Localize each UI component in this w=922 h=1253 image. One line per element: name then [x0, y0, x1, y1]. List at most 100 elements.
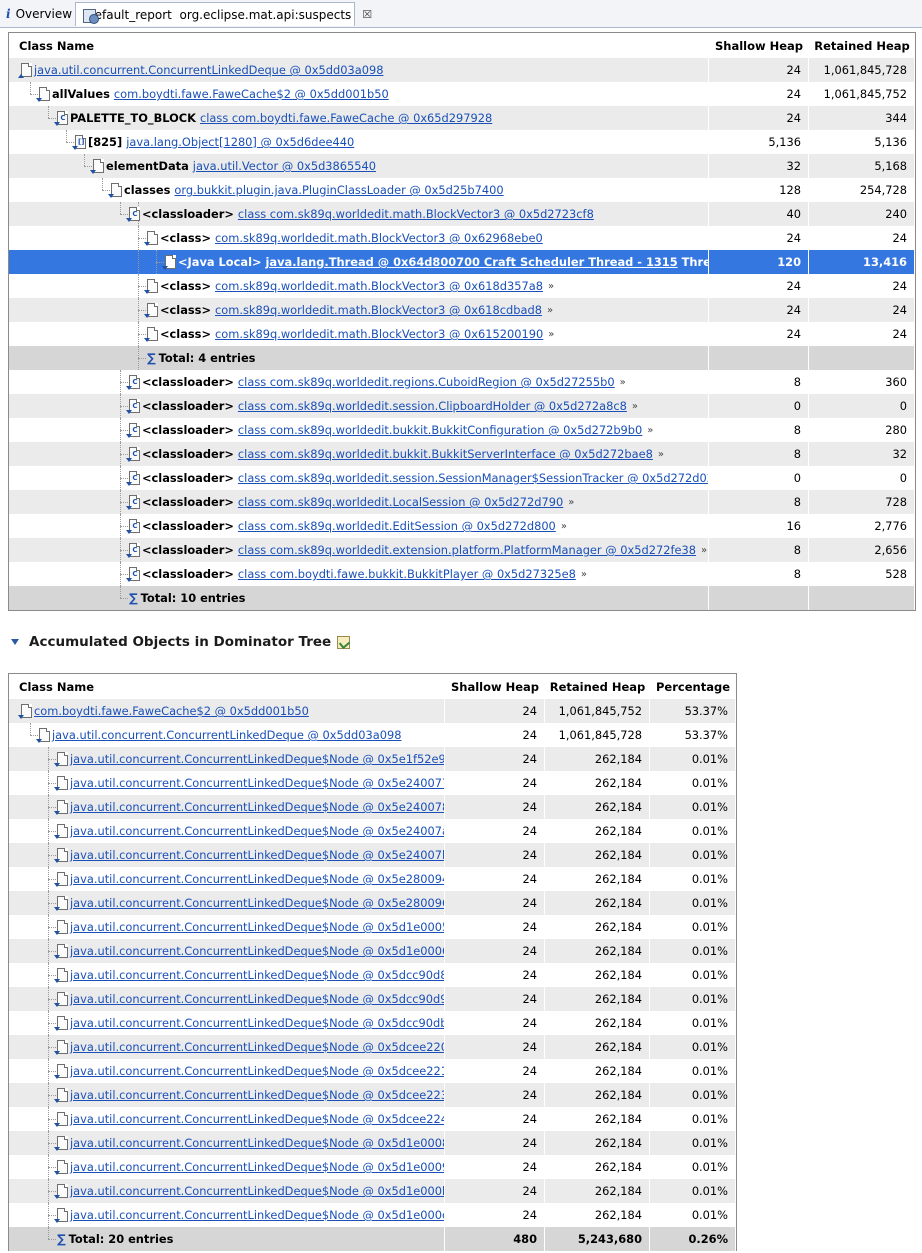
class-name-cell[interactable]: <class> com.sk89q.worldedit.math.BlockVec…: [9, 298, 709, 322]
class-name-cell[interactable]: java.util.concurrent.ConcurrentLinkedDeq…: [9, 1107, 445, 1131]
object-link[interactable]: class com.sk89q.worldedit.extension.plat…: [238, 543, 696, 557]
table-row[interactable]: java.util.concurrent.ConcurrentLinkedDeq…: [9, 1155, 736, 1179]
object-link[interactable]: java.util.concurrent.ConcurrentLinkedDeq…: [52, 728, 401, 742]
object-link[interactable]: java.util.concurrent.ConcurrentLinkedDeq…: [70, 776, 444, 790]
class-name-cell[interactable]: java.util.concurrent.ConcurrentLinkedDeq…: [9, 819, 445, 843]
class-name-cell[interactable]: C <classloader> class com.sk89q.worldedit.…: [9, 202, 709, 226]
table-row[interactable]: java.util.concurrent.ConcurrentLinkedDeq…: [9, 1131, 736, 1155]
object-link[interactable]: java.util.concurrent.ConcurrentLinkedDeq…: [70, 1040, 444, 1054]
object-link[interactable]: class com.sk89q.worldedit.EditSession @ …: [238, 519, 556, 533]
object-link[interactable]: java.util.concurrent.ConcurrentLinkedDeq…: [70, 1136, 444, 1150]
object-link[interactable]: java.util.concurrent.ConcurrentLinkedDeq…: [70, 848, 444, 862]
table-row[interactable]: C <classloader> class com.sk89q.worldedit.…: [9, 538, 915, 562]
object-link[interactable]: com.boydti.fawe.FaweCache$2 @ 0x5dd001b5…: [34, 704, 309, 718]
object-link[interactable]: java.util.concurrent.ConcurrentLinkedDeq…: [70, 920, 444, 934]
class-name-cell[interactable]: C <classloader> class com.sk89q.worldedit.…: [9, 466, 709, 490]
table-row[interactable]: java.util.concurrent.ConcurrentLinkedDeq…: [9, 1059, 736, 1083]
class-name-cell[interactable]: java.util.concurrent.ConcurrentLinkedDeq…: [9, 1035, 445, 1059]
class-name-cell[interactable]: java.util.concurrent.ConcurrentLinkedDeq…: [9, 1059, 445, 1083]
table-row[interactable]: java.util.concurrent.ConcurrentLinkedDeq…: [9, 795, 736, 819]
class-name-cell[interactable]: C <classloader> class com.sk89q.worldedit.…: [9, 490, 709, 514]
object-link[interactable]: java.util.concurrent.ConcurrentLinkedDeq…: [70, 1112, 444, 1126]
class-name-cell[interactable]: java.util.concurrent.ConcurrentLinkedDeq…: [9, 1179, 445, 1203]
object-link[interactable]: java.lang.Object[1280] @ 0x5d6dee440: [126, 135, 354, 149]
column-header-retained-heap[interactable]: Retained Heap: [809, 34, 915, 58]
table-row[interactable]: <class> com.sk89q.worldedit.math.BlockVec…: [9, 322, 915, 346]
class-name-cell[interactable]: java.util.concurrent.ConcurrentLinkedDeq…: [9, 795, 445, 819]
class-name-cell[interactable]: java.util.concurrent.ConcurrentLinkedDeq…: [9, 723, 445, 747]
object-link[interactable]: java.util.concurrent.ConcurrentLinkedDeq…: [70, 968, 444, 982]
table-row[interactable]: java.util.concurrent.ConcurrentLinkedDeq…: [9, 1107, 736, 1131]
class-name-cell[interactable]: java.util.concurrent.ConcurrentLinkedDeq…: [9, 1203, 445, 1227]
class-name-cell[interactable]: com.boydti.fawe.FaweCache$2 @ 0x5dd001b5…: [9, 699, 445, 723]
class-name-cell[interactable]: C <classloader> class com.sk89q.worldedit.…: [9, 442, 709, 466]
class-name-cell[interactable]: ∑ Total: 4 entries: [9, 346, 709, 370]
object-link[interactable]: java.util.concurrent.ConcurrentLinkedDeq…: [34, 63, 383, 77]
total-row[interactable]: ∑ Total: 10 entries: [9, 586, 915, 610]
object-link[interactable]: com.boydti.fawe.FaweCache$2 @ 0x5dd001b5…: [114, 87, 389, 101]
table-row[interactable]: <class> com.sk89q.worldedit.math.BlockVec…: [9, 298, 915, 322]
object-link[interactable]: org.bukkit.plugin.java.PluginClassLoader…: [174, 183, 503, 197]
object-link[interactable]: class com.sk89q.worldedit.LocalSession @…: [238, 495, 563, 509]
class-name-cell[interactable]: C <classloader> class com.sk89q.worldedit.…: [9, 394, 709, 418]
table-row[interactable]: com.boydti.fawe.FaweCache$2 @ 0x5dd001b5…: [9, 699, 736, 723]
table-row[interactable]: C <classloader> class com.sk89q.worldedit.…: [9, 418, 915, 442]
table-row[interactable]: C <classloader> class com.sk89q.worldedit.…: [9, 202, 915, 226]
table-row[interactable]: <class> com.sk89q.worldedit.math.BlockVec…: [9, 226, 915, 250]
total-row[interactable]: ∑ Total: 4 entries: [9, 346, 915, 370]
object-link[interactable]: java.util.concurrent.ConcurrentLinkedDeq…: [70, 896, 444, 910]
table-row[interactable]: C <classloader> class com.sk89q.worldedit.…: [9, 442, 915, 466]
object-link[interactable]: java.util.concurrent.ConcurrentLinkedDeq…: [70, 1208, 444, 1222]
class-name-cell[interactable]: classes org.bukkit.plugin.java.PluginClas…: [9, 178, 709, 202]
class-name-cell[interactable]: java.util.concurrent.ConcurrentLinkedDeq…: [9, 891, 445, 915]
class-name-cell[interactable]: <class> com.sk89q.worldedit.math.BlockVec…: [9, 322, 709, 346]
table-row[interactable]: classes org.bukkit.plugin.java.PluginClas…: [9, 178, 915, 202]
class-name-cell[interactable]: java.util.concurrent.ConcurrentLinkedDeq…: [9, 867, 445, 891]
class-name-cell[interactable]: ∑ Total: 20 entries: [9, 1227, 445, 1251]
close-tab-icon[interactable]: ☒: [362, 8, 372, 21]
table-row[interactable]: C <classloader> class com.sk89q.worldedit.…: [9, 466, 915, 490]
table-row[interactable]: java.util.concurrent.ConcurrentLinkedDeq…: [9, 747, 736, 771]
object-link[interactable]: java.util.concurrent.ConcurrentLinkedDeq…: [70, 752, 444, 766]
class-name-cell[interactable]: java.util.concurrent.ConcurrentLinkedDeq…: [9, 915, 445, 939]
column-header-shallow-heap[interactable]: Shallow Heap: [445, 675, 545, 699]
class-name-cell[interactable]: C <classloader> class com.sk89q.worldedit.…: [9, 538, 709, 562]
table-row[interactable]: java.util.concurrent.ConcurrentLinkedDeq…: [9, 891, 736, 915]
table-row[interactable]: C <classloader> class com.boydti.fawe.bukk…: [9, 562, 915, 586]
object-link[interactable]: class com.sk89q.worldedit.bukkit.BukkitS…: [238, 447, 653, 461]
details-icon[interactable]: [337, 635, 351, 649]
class-name-cell[interactable]: java.util.concurrent.ConcurrentLinkedDeq…: [9, 1155, 445, 1179]
tab-overview[interactable]: i Overview: [0, 2, 75, 26]
table-row[interactable]: java.util.concurrent.ConcurrentLinkedDeq…: [9, 723, 736, 747]
class-name-cell[interactable]: java.util.concurrent.ConcurrentLinkedDeq…: [9, 1011, 445, 1035]
class-name-cell[interactable]: java.util.concurrent.ConcurrentLinkedDeq…: [9, 1131, 445, 1155]
object-link[interactable]: java.util.concurrent.ConcurrentLinkedDeq…: [70, 800, 444, 814]
class-name-cell[interactable]: [] [825] java.lang.Object[1280] @ 0x5d6dee…: [9, 130, 709, 154]
object-link[interactable]: java.util.concurrent.ConcurrentLinkedDeq…: [70, 1064, 444, 1078]
object-link[interactable]: class com.sk89q.worldedit.math.BlockVect…: [238, 207, 594, 221]
table-row[interactable]: java.util.concurrent.ConcurrentLinkedDeq…: [9, 1203, 736, 1227]
object-link[interactable]: class com.sk89q.worldedit.bukkit.BukkitC…: [238, 423, 642, 437]
column-header-retained-heap[interactable]: Retained Heap: [545, 675, 650, 699]
object-link[interactable]: class com.sk89q.worldedit.session.Clipbo…: [238, 399, 627, 413]
class-name-cell[interactable]: java.util.concurrent.ConcurrentLinkedDeq…: [9, 963, 445, 987]
class-name-cell[interactable]: java.util.concurrent.ConcurrentLinkedDeq…: [9, 747, 445, 771]
column-header-class-name[interactable]: Class Name: [9, 675, 445, 699]
class-name-cell[interactable]: allValues com.boydti.fawe.FaweCache$2 @ 0…: [9, 82, 709, 106]
class-name-cell[interactable]: C <classloader> class com.sk89q.worldedit.…: [9, 418, 709, 442]
class-name-cell[interactable]: java.util.concurrent.ConcurrentLinkedDeq…: [9, 987, 445, 1011]
table-row[interactable]: java.util.concurrent.ConcurrentLinkedDeq…: [9, 1011, 736, 1035]
table-row[interactable]: java.util.concurrent.ConcurrentLinkedDeq…: [9, 915, 736, 939]
object-link[interactable]: class com.boydti.fawe.FaweCache @ 0x65d2…: [200, 111, 492, 125]
table-row[interactable]: java.util.concurrent.ConcurrentLinkedDeq…: [9, 771, 736, 795]
object-link[interactable]: com.sk89q.worldedit.math.BlockVector3 @ …: [215, 279, 543, 293]
table-row[interactable]: java.util.concurrent.ConcurrentLinkedDeq…: [9, 987, 736, 1011]
class-name-cell[interactable]: C <classloader> class com.sk89q.worldedit.…: [9, 514, 709, 538]
object-link[interactable]: java.util.concurrent.ConcurrentLinkedDeq…: [70, 1088, 444, 1102]
table-row[interactable]: C <classloader> class com.sk89q.worldedit.…: [9, 370, 915, 394]
object-link[interactable]: java.util.concurrent.ConcurrentLinkedDeq…: [70, 824, 444, 838]
table-row[interactable]: java.util.concurrent.ConcurrentLinkedDeq…: [9, 58, 915, 82]
object-link[interactable]: java.util.concurrent.ConcurrentLinkedDeq…: [70, 944, 444, 958]
table-row[interactable]: C PALETTE_TO_BLOCK class com.boydti.fawe.F…: [9, 106, 915, 130]
object-link[interactable]: class com.sk89q.worldedit.session.Sessio…: [238, 471, 708, 485]
